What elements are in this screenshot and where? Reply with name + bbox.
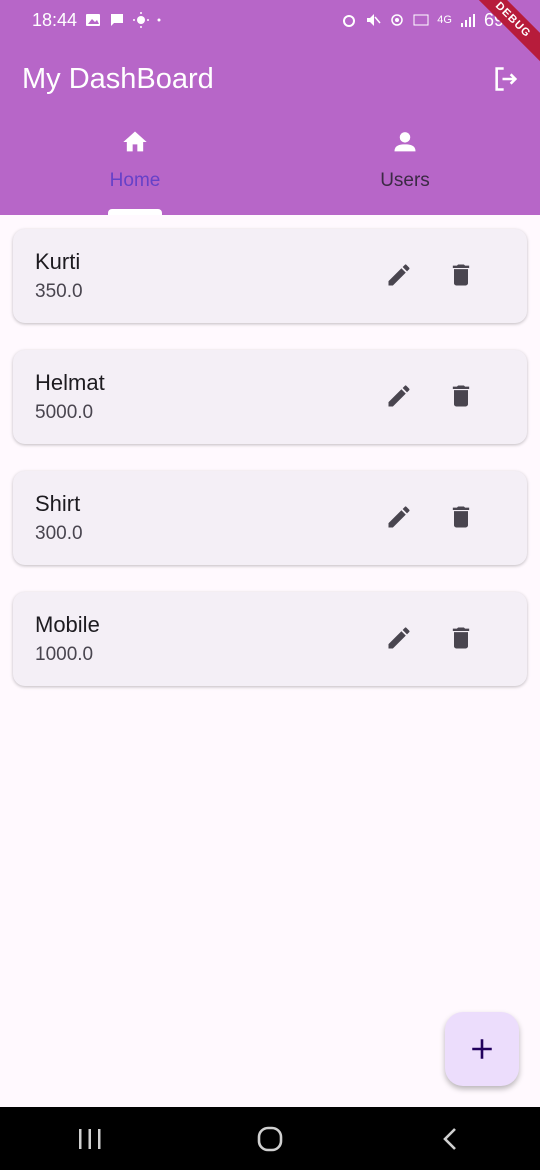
brightness-icon	[133, 12, 150, 28]
delete-icon	[452, 627, 470, 649]
product-price: 5000.0	[35, 402, 94, 423]
active-tab-indicator	[108, 209, 162, 215]
alarm-icon	[343, 15, 356, 27]
add-product-button[interactable]	[445, 1012, 519, 1086]
product-card: Mobile 1000.0	[13, 592, 527, 686]
app-bar: 18:44 4G 69% DEBUG My DashBoard	[0, 0, 540, 215]
system-nav-bar	[0, 1107, 540, 1170]
home-icon	[123, 131, 147, 152]
back-icon	[443, 1127, 456, 1150]
logout-icon	[495, 67, 518, 91]
plus-icon	[472, 1039, 492, 1059]
person-icon	[394, 132, 416, 152]
title-row: My DashBoard	[0, 56, 540, 102]
delete-icon	[452, 264, 470, 286]
status-time: 18:44	[32, 9, 78, 30]
message-icon	[111, 14, 124, 26]
system-home-button[interactable]	[240, 1114, 300, 1164]
network-type: 4G	[437, 14, 452, 26]
recent-apps-button[interactable]	[60, 1114, 120, 1164]
delete-icon	[452, 506, 470, 528]
edit-icon	[388, 627, 410, 649]
hotspot-icon	[391, 14, 404, 26]
recent-apps-icon	[79, 1128, 101, 1149]
product-name: Mobile	[35, 612, 100, 637]
edit-button[interactable]	[385, 624, 413, 652]
edit-button[interactable]	[385, 261, 413, 289]
back-button[interactable]	[420, 1114, 480, 1164]
delete-button[interactable]	[447, 261, 475, 289]
mute-icon	[367, 14, 381, 26]
volte-icon	[413, 14, 429, 26]
edit-icon	[388, 385, 410, 407]
product-card: Helmat 5000.0	[13, 350, 527, 444]
page-title: My DashBoard	[22, 62, 214, 95]
tab-bar: Home Users	[0, 118, 540, 215]
product-price: 350.0	[35, 281, 83, 302]
tab-home-label: Home	[109, 170, 161, 191]
product-price: 1000.0	[35, 644, 94, 665]
delete-button[interactable]	[447, 624, 475, 652]
product-name: Helmat	[35, 370, 105, 395]
dot-icon	[157, 18, 161, 22]
logout-button[interactable]	[490, 63, 522, 95]
product-card: Shirt 300.0	[13, 471, 527, 565]
edit-button[interactable]	[385, 382, 413, 410]
product-card: Kurti 350.0	[13, 229, 527, 323]
product-list: Kurti 350.0 Helmat 5000.0 Shirt 300.0 Mo…	[13, 229, 527, 713]
tab-home[interactable]: Home	[0, 118, 270, 215]
delete-button[interactable]	[447, 503, 475, 531]
edit-icon	[388, 506, 410, 528]
delete-icon	[452, 385, 470, 407]
product-price: 300.0	[35, 523, 83, 544]
product-name: Kurti	[35, 249, 81, 274]
signal-icon	[460, 14, 475, 27]
edit-button[interactable]	[385, 503, 413, 531]
delete-button[interactable]	[447, 382, 475, 410]
tab-users[interactable]: Users	[270, 118, 540, 215]
edit-icon	[388, 264, 410, 286]
status-bar: 18:44 4G 69% DEBUG	[0, 0, 540, 66]
product-name: Shirt	[35, 491, 81, 516]
home-button-icon	[257, 1126, 283, 1151]
gallery-icon	[86, 14, 101, 26]
tab-users-label: Users	[380, 170, 430, 191]
